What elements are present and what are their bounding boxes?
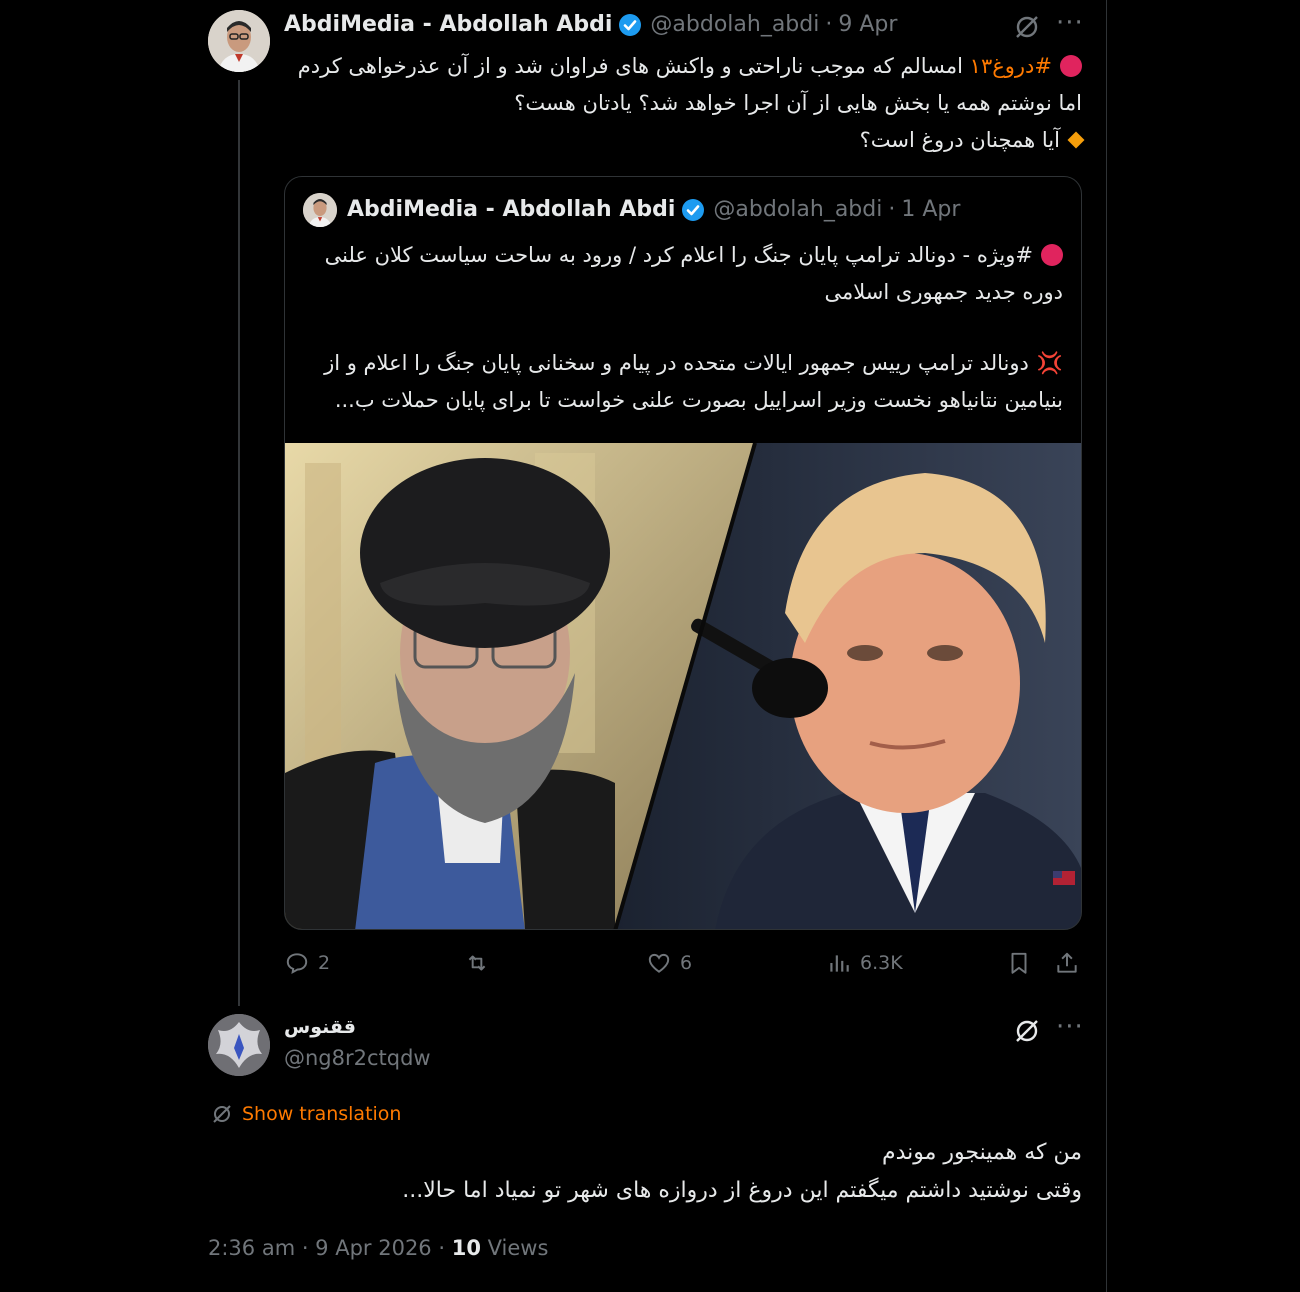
grok-icon[interactable] [1012, 1016, 1042, 1052]
tweet-header: AbdiMedia - Abdollah Abdi @abdolah_abdi … [284, 12, 897, 37]
quoted-para-2-text: دونالد ترامپ رییس جمهور ایالات متحده در … [324, 351, 1063, 412]
red-circle-icon [1041, 244, 1063, 266]
verified-badge-icon [681, 198, 705, 222]
quoted-author-name: AbdiMedia - Abdollah Abdi [347, 197, 676, 222]
views-count: 6.3K [860, 952, 903, 974]
bookmark-button[interactable] [1006, 950, 1040, 976]
quoted-header: AbdiMedia - Abdollah Abdi @abdolah_abdi … [347, 197, 960, 222]
column-divider [1106, 0, 1107, 1292]
like-count: 6 [680, 952, 693, 974]
action-bar: 2 6 6.3K [284, 950, 1082, 980]
views-label: Views [480, 1236, 549, 1260]
tweet-line-3-text: آیا همچنان دروغ است؟ [859, 128, 1060, 152]
tweet-line-2: اما نوشتم همه یا بخش هایی از آن اجرا خوا… [514, 91, 1082, 115]
reply-count: 2 [318, 952, 331, 974]
red-circle-icon [1060, 55, 1082, 77]
anger-icon: 💢 [1036, 351, 1063, 375]
reply-line-1: من که همینجور موندم [881, 1140, 1082, 1165]
verified-badge-icon [618, 13, 642, 37]
bookmark-icon [1011, 952, 1027, 974]
tweet-line-1: #دروغ۱۳ امسالم که موجب ناراحتی و واکنش ه… [284, 48, 1082, 85]
reply-text: من که همینجور موندم وقتی نوشتید داشتم می… [284, 1134, 1082, 1210]
show-translation-label: Show translation [242, 1103, 402, 1125]
author-handle[interactable]: @abdolah_abdi [650, 12, 819, 37]
quoted-hashtag: #ویژه [976, 243, 1033, 267]
show-translation-link[interactable]: Show translation [210, 1102, 401, 1126]
retweet-button[interactable] [464, 950, 498, 976]
quoted-date: 1 Apr [901, 197, 961, 222]
views-button[interactable]: 6.3K [826, 950, 903, 976]
share-button[interactable] [1054, 950, 1088, 976]
reply-author-name[interactable]: ققنوس [284, 1016, 356, 1038]
quoted-para-1-text: - دونالد ترامپ پایان جنگ را اعلام کرد / … [324, 243, 1063, 304]
tweet-text: #دروغ۱۳ امسالم که موجب ناراحتی و واکنش ه… [284, 48, 1085, 159]
quoted-tweet[interactable]: AbdiMedia - Abdollah Abdi @abdolah_abdi … [284, 176, 1082, 930]
tweet-line-3: آیا همچنان دروغ است؟ [284, 122, 1085, 159]
quoted-para-1: #ویژه - دونالد ترامپ پایان جنگ را اعلام … [305, 237, 1063, 311]
quoted-avatar [303, 193, 337, 227]
reply-avatar[interactable] [208, 1014, 270, 1076]
share-icon [1057, 952, 1077, 973]
tweet-line-1-text: امسالم که موجب ناراحتی و واکنش های فراوا… [297, 54, 963, 78]
thread-line [238, 80, 240, 1006]
orange-diamond-icon [1067, 131, 1085, 149]
hashtag-link[interactable]: #دروغ۱۳ [970, 54, 1052, 78]
like-icon [648, 953, 670, 973]
more-icon[interactable]: ··· [1056, 8, 1084, 38]
more-icon[interactable]: ··· [1056, 1012, 1084, 1042]
separator-dot: · [888, 197, 896, 222]
retweet-icon [468, 955, 486, 971]
like-button[interactable]: 6 [646, 950, 692, 976]
quoted-para-2: 💢دونالد ترامپ رییس جمهور ایالات متحده در… [305, 345, 1063, 419]
separator-dot: · [825, 12, 833, 37]
translate-icon [213, 1105, 231, 1123]
views-total: 10 [451, 1236, 481, 1260]
reply-author-handle[interactable]: @ng8r2ctqdw [284, 1046, 431, 1070]
tweet-date[interactable]: 9 Apr [838, 12, 897, 37]
tweet-timestamp[interactable]: 2:36 am · 9 Apr 2026 · 10 Views [208, 1236, 548, 1260]
author-name[interactable]: AbdiMedia - Abdollah Abdi [284, 12, 612, 37]
timestamp-text: 2:36 am · 9 Apr 2026 · [208, 1236, 452, 1260]
reply-line-2: وقتی نوشتید داشتم میگفتم این دروغ از درو… [402, 1178, 1082, 1203]
avatar[interactable] [208, 10, 270, 72]
reply-button[interactable]: 2 [284, 950, 330, 976]
views-icon [830, 955, 849, 972]
quoted-handle: @abdolah_abdi [713, 197, 883, 222]
tweet-media-image[interactable] [285, 442, 1081, 929]
reply-icon [286, 953, 308, 975]
grok-icon[interactable] [1012, 12, 1042, 48]
